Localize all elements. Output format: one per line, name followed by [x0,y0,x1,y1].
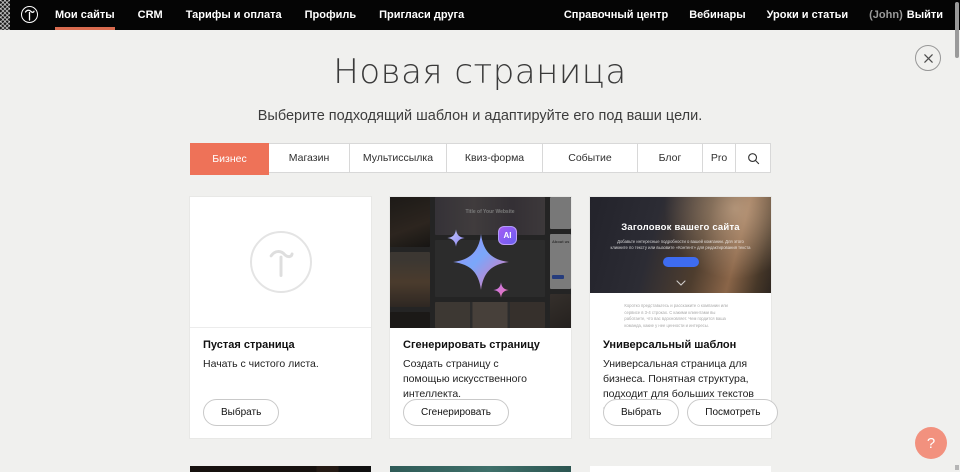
nav-help-center[interactable]: Справочный центр [564,0,668,30]
card-ai-generate[interactable]: Title of Your Website About us [390,197,571,438]
template-category-tabs: Бизнес Магазин Мультиссылка Квиз-форма С… [190,143,771,173]
tab-search[interactable] [736,144,770,172]
card-body: Пустая страница Начать с чистого листа. … [190,328,371,438]
nav-crm[interactable]: CRM [138,0,163,30]
tab-multilink[interactable]: Мультиссылка [350,144,447,172]
tab-quiz-form[interactable]: Квиз-форма [447,144,543,172]
ai-preview: Title of Your Website About us [390,197,571,328]
primary-nav: Мои сайты CRM Тарифы и оплата Профиль Пр… [55,0,464,30]
tilda-logo-icon[interactable] [21,6,38,23]
page-subtitle: Выберите подходящий шаблон и адаптируйте… [0,108,960,124]
nav-my-sites[interactable]: Мои сайты [55,0,115,30]
tab-blog[interactable]: Блог [638,144,703,172]
tab-event[interactable]: Событие [543,144,638,172]
template-card-partial[interactable] [590,466,771,472]
nav-webinars[interactable]: Вебинары [689,0,745,30]
card-title: Универсальный шаблон [603,339,758,351]
choose-template-button[interactable]: Выбрать [603,399,679,426]
preview-hero: Заголовок вашего сайта Добавьте интересн… [590,197,771,293]
card-blank-page[interactable]: Пустая страница Начать с чистого листа. … [190,197,371,438]
template-chooser-screen: Мои сайты CRM Тарифы и оплата Профиль Пр… [0,0,960,472]
preview-body-section: Коротко представьтесь и расскажите о ком… [590,293,771,328]
preview-hero-button [663,257,699,267]
tilda-glyph-icon [24,8,35,21]
card-body: Сгенерировать страницу Создать страницу … [390,328,571,438]
user-name-label: (John) [869,0,903,30]
card-description: Начать с чистого листа. [203,357,358,372]
generate-button[interactable]: Сгенерировать [403,399,509,426]
card-title: Пустая страница [203,339,358,351]
choose-blank-button[interactable]: Выбрать [203,399,279,426]
scrollbar-thumb[interactable] [955,2,959,58]
card-universal-template[interactable]: Заголовок вашего сайта Добавьте интересн… [590,197,771,438]
card-body: Универсальный шаблон Универсальная стран… [590,328,771,438]
template-card-partial[interactable] [390,466,571,472]
card-description: Создать страницу с помощью искусственног… [403,357,531,403]
tab-business[interactable]: Бизнес [190,143,269,175]
header-pattern [0,0,10,30]
secondary-nav: Справочный центр Вебинары Уроки и статьи… [564,0,943,30]
ai-badge: AI [498,226,517,245]
close-icon [923,53,934,64]
search-icon [747,152,760,165]
help-button[interactable]: ? [915,427,947,459]
template-cards-row: Пустая страница Начать с чистого листа. … [190,197,771,438]
tab-pro[interactable]: Pro [703,144,736,172]
preview-hero-subtitle: Добавьте интересные подробности о вашей … [608,239,753,252]
preview-body-text: Коротко представьтесь и расскажите о ком… [624,303,736,328]
nav-tariffs[interactable]: Тарифы и оплата [186,0,282,30]
view-template-button[interactable]: Посмотреть [687,399,778,426]
chevron-down-icon [676,280,686,286]
preview-hero-title: Заголовок вашего сайта [590,222,771,233]
nav-invite-friend[interactable]: Пригласи друга [379,0,464,30]
blank-page-preview [190,197,371,328]
universal-preview: Заголовок вашего сайта Добавьте интересн… [590,197,771,328]
close-button[interactable] [915,45,941,71]
scrollbar-bottom-arrow[interactable] [955,465,959,470]
page-title: Новая страница [0,52,960,92]
nav-lessons[interactable]: Уроки и статьи [767,0,849,30]
nav-profile[interactable]: Профиль [305,0,356,30]
sparkle-small2-icon [493,282,509,298]
user-logout: (John) Выйти [869,0,943,30]
tab-shop[interactable]: Магазин [269,144,350,172]
top-navigation-bar: Мои сайты CRM Тарифы и оплата Профиль Пр… [0,0,960,30]
template-card-partial[interactable] [190,466,371,472]
tilda-placeholder-icon [250,231,312,293]
logout-link[interactable]: Выйти [907,0,943,30]
next-template-row [190,466,771,472]
card-title: Сгенерировать страницу [403,339,558,351]
